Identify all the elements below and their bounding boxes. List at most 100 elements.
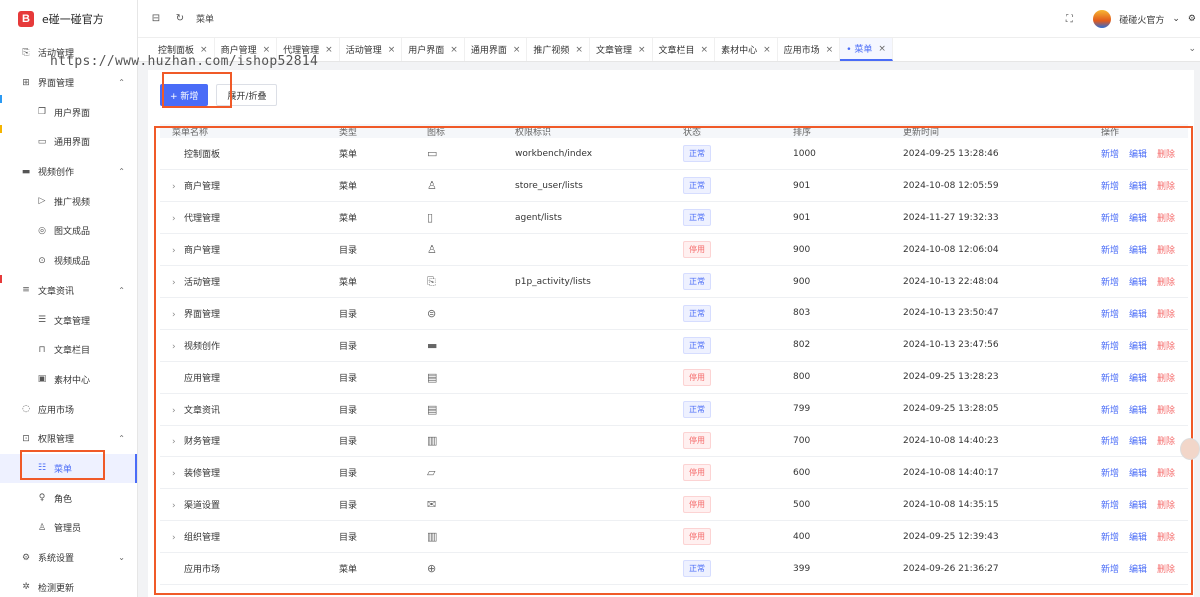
close-icon[interactable]: × [450,45,458,55]
close-icon[interactable]: × [763,45,771,55]
tab-label: 用户界面 [408,46,445,56]
highlight-box [20,450,105,480]
sidebar-item[interactable]: ▷ 推广视频 [0,186,137,216]
close-icon[interactable]: × [878,44,886,54]
tab-label: 通用界面 [470,46,507,56]
image-icon: ◎ [38,225,46,236]
user-name[interactable]: 碰碰火官方 [1119,13,1164,26]
breadcrumb: 菜单 [196,15,215,25]
close-icon[interactable]: × [513,45,521,55]
sidebar-item[interactable]: ♀ 角色 [0,483,137,513]
highlight-box [162,72,232,108]
camera-icon: ▬ [21,166,31,177]
article-icon: ☰ [37,315,47,326]
lock-icon: ⊡ [22,433,30,444]
sidebar-item[interactable]: ⊙ 视频成品 [0,246,137,276]
watermark: https://www.huzhan.com/ishop52814 [50,54,319,69]
chevron-down-icon[interactable]: ⌄ [1188,44,1196,54]
sidebar: B e碰一碰官方 ⎘ 活动管理 ⊞ 界面管理 ⌃ ❐ 用户界面 ▭ 通用界面 ▬ 视频创作 ⌃ ▷ 推广视… [0,0,138,597]
sidebar-item-label: 通用界面 [54,138,91,149]
sidebar-item[interactable]: ☰ 文章管理 [0,305,137,335]
tab-label: 素材中心 [721,46,758,56]
layout-icon: ⊞ [22,77,30,88]
sidebar-item[interactable]: ◎ 图文成品 [0,216,137,246]
copy-icon: ❐ [37,107,47,118]
fullscreen-icon[interactable]: ⛶ [1061,14,1077,25]
sidebar-item-label: 图文成品 [54,227,91,238]
sidebar-item[interactable]: ❐ 用户界面 [0,97,137,127]
tab-label: 推广视频 [533,46,570,56]
settings-icon[interactable]: ⚙ [1188,14,1196,24]
highlight-box [154,126,1193,595]
close-icon[interactable]: × [325,45,333,55]
tab-label: 文章管理 [595,46,632,56]
close-icon[interactable]: × [701,45,709,55]
sidebar-item-label: 推广视频 [54,197,91,208]
folder-icon: ▭ [37,136,47,147]
support-avatar[interactable] [1180,438,1200,460]
tab-label: • 菜单 [846,45,873,55]
sidebar-item-label: 界面管理 [38,79,75,90]
bookmark-icon: ⊓ [38,344,46,355]
sidebar-item[interactable]: ≡ 文章资讯 ⌃ [0,276,137,306]
tab[interactable]: 应用市场 × [778,38,841,61]
sidebar-item[interactable]: ⊞ 界面管理 ⌃ [0,68,137,98]
role-icon: ♀ [38,493,46,504]
play-icon: ⊙ [38,255,46,266]
close-icon[interactable]: × [388,45,396,55]
sidebar-item-label: 权限管理 [38,435,75,446]
close-icon[interactable]: × [826,45,834,55]
chevron-up-icon: ⌃ [118,285,125,295]
update-icon: ✲ [22,582,30,593]
sidebar-item-label: 视频创作 [38,168,75,179]
close-icon[interactable]: × [263,45,271,55]
tab[interactable]: • 菜单 × [840,38,893,61]
sidebar-item-label: 素材中心 [54,375,91,386]
sidebar-item[interactable]: ▣ 素材中心 [0,365,137,395]
tab-label: 文章栏目 [658,46,695,56]
sidebar-item[interactable]: ◌ 应用市场 [0,394,137,424]
edge-strip [0,95,2,103]
sidebar-item-label: 用户界面 [54,108,91,119]
sidebar-item[interactable]: ⚙ 系统设置 ⌄ [0,543,137,573]
tab[interactable]: 素材中心 × [715,38,778,61]
sidebar-item-label: 应用市场 [38,405,75,416]
app-name: e碰一碰官方 [42,13,104,26]
sidebar-item[interactable]: ♙ 管理员 [0,513,137,543]
tab[interactable]: 活动管理 × [340,38,403,61]
sidebar-item-label: 视频成品 [54,257,91,268]
sidebar-item[interactable]: ✲ 检测更新 [0,572,137,597]
video-icon: ▷ [38,196,46,207]
sidebar-item-label: 系统设置 [38,554,75,565]
collapse-sidebar-icon[interactable]: ⊟ [148,13,164,24]
sidebar-item[interactable]: ▭ 通用界面 [0,127,137,157]
close-icon[interactable]: × [575,45,583,55]
top-header: ⊟ ↻ 菜单 ⛶ 碰碰火官方 ⌄ ⚙ [138,0,1200,38]
edge-strip [0,275,2,283]
refresh-icon[interactable]: ↻ [172,13,188,24]
chevron-up-icon: ⌃ [118,167,125,177]
logo[interactable]: B e碰一碰官方 [0,0,137,38]
doc-icon: ≡ [22,285,30,296]
tab[interactable]: 文章栏目 × [653,38,716,61]
chevron-down-icon[interactable]: ⌄ [1172,14,1180,24]
close-icon[interactable]: × [638,45,646,55]
sidebar-item[interactable]: ▬ 视频创作 ⌃ [0,157,137,187]
tab[interactable]: 文章管理 × [590,38,653,61]
avatar[interactable] [1093,10,1112,28]
close-icon[interactable]: × [200,45,208,55]
sidebar-item[interactable]: ⊓ 文章栏目 [0,335,137,365]
sidebar-menu: ⎘ 活动管理 ⊞ 界面管理 ⌃ ❐ 用户界面 ▭ 通用界面 ▬ 视频创作 ⌃ ▷ 推广视频 ◎ 图文成品 ⊙ 视频… [0,38,137,597]
sidebar-item-label: 检测更新 [38,583,75,594]
sidebar-item-label: 文章资讯 [38,286,75,297]
chevron-up-icon: ⌃ [118,434,125,444]
tab[interactable]: 通用界面 × [465,38,528,61]
picture-icon: ▣ [37,374,47,385]
sidebar-item-label: 角色 [54,494,73,505]
sidebar-item-label: 管理员 [54,524,82,535]
tab[interactable]: 用户界面 × [402,38,465,61]
logo-icon: B [18,11,34,27]
settings-icon: ⚙ [21,552,31,563]
tab[interactable]: 推广视频 × [527,38,590,61]
chevron-down-icon: ⌄ [118,553,125,563]
